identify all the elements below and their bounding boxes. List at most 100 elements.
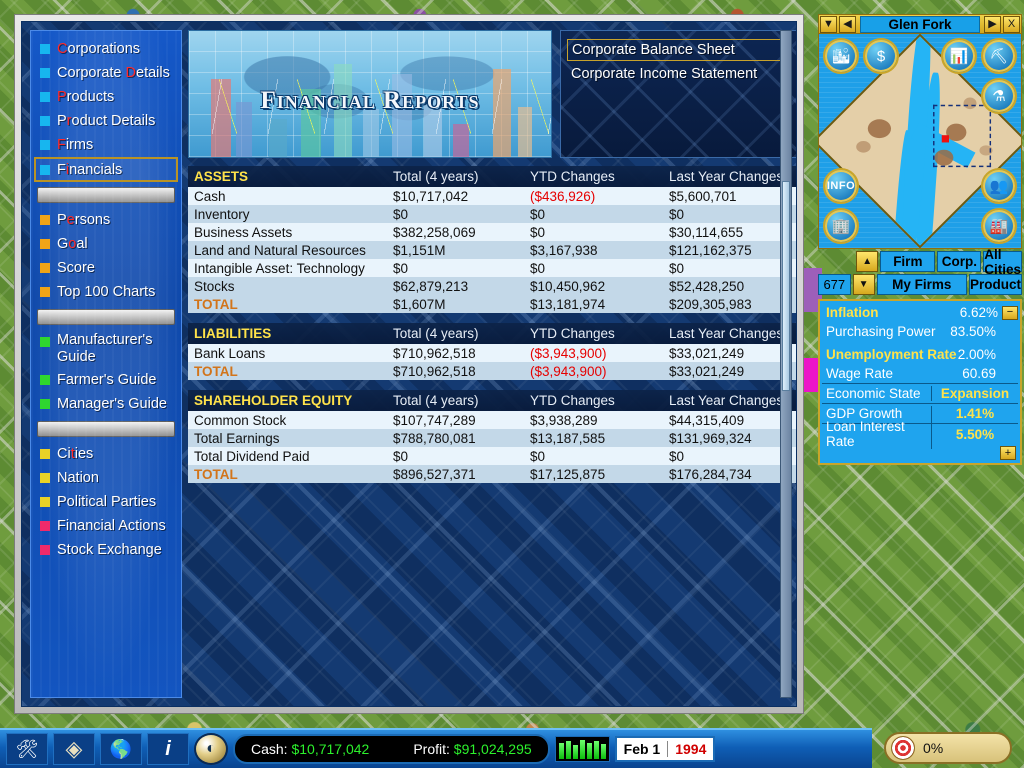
table-row-total: TOTAL $896,527,371 $17,125,875 $176,284,734	[188, 465, 796, 483]
sidebar-item-financial-actions[interactable]: Financial Actions	[36, 514, 176, 538]
people-icon[interactable]: 👥	[981, 168, 1017, 204]
mining-pickaxe-icon[interactable]: ⛏	[981, 38, 1017, 74]
speed-indicator[interactable]	[554, 736, 610, 762]
buildings-icon[interactable]: 🏢	[823, 208, 859, 244]
table-row: Business Assets $382,258,069 $0 $30,114,655	[188, 223, 796, 241]
window-scrollbar-thumb[interactable]	[782, 181, 790, 391]
report-option-label: Corporate Income Statement	[571, 66, 758, 82]
build-tools-icon[interactable]: 🛠	[6, 733, 48, 765]
report-option-income-statement[interactable]: Corporate Income Statement	[567, 63, 791, 85]
sidebar-item-product-details[interactable]: Product Details	[36, 109, 176, 133]
filter-all-cities-button[interactable]: All Cities	[983, 247, 1022, 277]
stocks-chart-icon[interactable]: 📊	[941, 38, 977, 74]
row-label: Stocks	[194, 278, 235, 294]
column-header: Total (4 years)	[393, 326, 479, 341]
info-icon[interactable]: i	[147, 733, 189, 765]
column-header: YTD Changes	[530, 326, 615, 341]
sidebar-item-goal[interactable]: Goal	[36, 232, 176, 256]
date-month-day: Feb 1	[623, 741, 661, 757]
report-option-balance-sheet[interactable]: Corporate Balance Sheet	[567, 39, 791, 61]
row-label: Business Assets	[194, 224, 293, 240]
close-icon[interactable]: X	[1003, 15, 1020, 33]
cell-ytd: $17,125,875	[530, 466, 606, 482]
next-city-button[interactable]: ▶	[984, 15, 1001, 33]
sidebar-item-corporations[interactable]: Corporations	[36, 37, 176, 61]
sidebar-item-manager-s-guide[interactable]: Manager's Guide	[36, 392, 176, 416]
sidebar-item-stock-exchange[interactable]: Stock Exchange	[36, 538, 176, 562]
minimap[interactable]: 🏙 $ 📊 ⛏ ⚗ INFO 🏢 👥 🏭	[818, 34, 1022, 249]
sidebar-item-label: Products	[57, 89, 115, 105]
date-display: Feb 1 1994	[614, 736, 716, 762]
table-row: Loan Interest Rate 5.50%	[822, 419, 1018, 449]
sidebar-item-persons[interactable]: Persons	[36, 208, 176, 232]
goal-progress[interactable]: 0%	[884, 732, 1012, 764]
economy-value: 60.69	[962, 366, 996, 381]
money-icon[interactable]: $	[863, 38, 899, 74]
sidebar-item-firms[interactable]: Firms	[36, 133, 176, 157]
chevron-down-icon[interactable]: ▼	[820, 15, 837, 33]
cell-last-year: $121,162,375	[669, 242, 752, 258]
cell-ytd: ($436,926)	[530, 188, 596, 204]
sidebar-bullet-icon	[40, 68, 50, 78]
game-screen: Corporations Corporate Details Products Pro…	[0, 0, 1024, 768]
world-map-icon[interactable]: 🌎	[100, 733, 142, 765]
scroll-down-button[interactable]: ▼	[852, 274, 875, 295]
sidebar-item-products[interactable]: Products	[36, 85, 176, 109]
row-label: Bank Loans	[194, 345, 266, 361]
profit-label: Profit:	[413, 741, 450, 757]
cell-ytd: $3,938,289	[530, 412, 598, 428]
sidebar-bullet-icon	[40, 116, 50, 126]
info-icon[interactable]: INFO	[823, 168, 859, 204]
research-icon[interactable]: ⚗	[981, 78, 1017, 114]
sidebar-item-financials[interactable]: Financials	[34, 157, 178, 182]
sidebar-item-label: Corporations	[57, 41, 141, 57]
cell-total: $0	[393, 448, 409, 464]
cell-last-year: $0	[669, 260, 685, 276]
cell-ytd: $13,187,585	[530, 430, 606, 446]
table-row-total: TOTAL $1,607M $13,181,974 $209,305,983	[188, 295, 796, 313]
window-scrollbar[interactable]	[780, 30, 792, 698]
filter-firm-button[interactable]: Firm	[880, 251, 936, 272]
financial-reports-window: Corporations Corporate Details Products Pro…	[14, 14, 804, 714]
column-header: Total (4 years)	[393, 169, 479, 184]
sidebar-bullet-icon	[40, 44, 50, 54]
prev-city-button[interactable]: ◀	[839, 15, 856, 33]
scroll-up-button[interactable]: ▲	[856, 251, 879, 272]
sidebar-item-farmer-s-guide[interactable]: Farmer's Guide	[36, 368, 176, 392]
filter-corp-button[interactable]: Corp.	[937, 251, 982, 272]
sidebar-item-cities[interactable]: Cities	[36, 442, 176, 466]
table-row: Intangible Asset: Technology $0 $0 $0	[188, 259, 796, 277]
table-row: Cash $10,717,042 ($436,926) $5,600,701	[188, 187, 796, 205]
minimap-titlebar: ▼ ◀ Glen Fork ▶ X	[818, 14, 1022, 34]
sidebar-item-label: Manager's Guide	[57, 396, 167, 412]
cell-total: $1,151M	[393, 242, 446, 258]
sidebar-item-label: Score	[57, 260, 95, 276]
sidebar-item-score[interactable]: Score	[36, 256, 176, 280]
time-speed-icon[interactable]: ◐	[194, 733, 228, 765]
cell-ytd: $0	[530, 224, 546, 240]
sidebar-separator	[37, 187, 175, 203]
sidebar-item-manufacturer-s-guide[interactable]: Manufacturer's Guide	[36, 330, 176, 368]
sidebar-item-top-100-charts[interactable]: Top 100 Charts	[36, 280, 176, 304]
filter-my-firms-button[interactable]: My Firms	[876, 274, 967, 295]
minimap-panel: ▼ ◀ Glen Fork ▶ X 🏙 $ 📊 ⛏ ⚗ INFO 🏢 👥 🏭 ▲…	[818, 14, 1022, 484]
cell-last-year: $44,315,409	[669, 412, 745, 428]
expand-icon[interactable]: +	[1000, 446, 1016, 460]
sidebar-item-corporate-details[interactable]: Corporate Details	[36, 61, 176, 85]
table-row: Common Stock $107,747,289 $3,938,289 $44,31…	[188, 411, 796, 429]
economy-value: Expansion	[940, 386, 1010, 401]
filter-row-1: ▲ Firm Corp. All Cities	[818, 247, 1022, 277]
cell-total: $896,527,371	[393, 466, 476, 482]
economy-indicators-table: Economic State Expansion GDP Growth 1.41…	[822, 383, 1018, 449]
factory-icon[interactable]: 🏭	[981, 208, 1017, 244]
table-row: Economic State Expansion	[822, 384, 1018, 404]
sidebar-item-label: Nation	[57, 470, 99, 486]
sidebar-item-nation[interactable]: Nation	[36, 466, 176, 490]
cell-total: $0	[393, 260, 409, 276]
minimap-icon[interactable]: ◈	[53, 733, 95, 765]
sidebar-item-political-parties[interactable]: Political Parties	[36, 490, 176, 514]
filter-product-button[interactable]: Product	[968, 274, 1022, 295]
city-overview-icon[interactable]: 🏙	[823, 38, 859, 74]
collapse-icon[interactable]: −	[1002, 305, 1018, 320]
cell-last-year: $0	[669, 206, 685, 222]
